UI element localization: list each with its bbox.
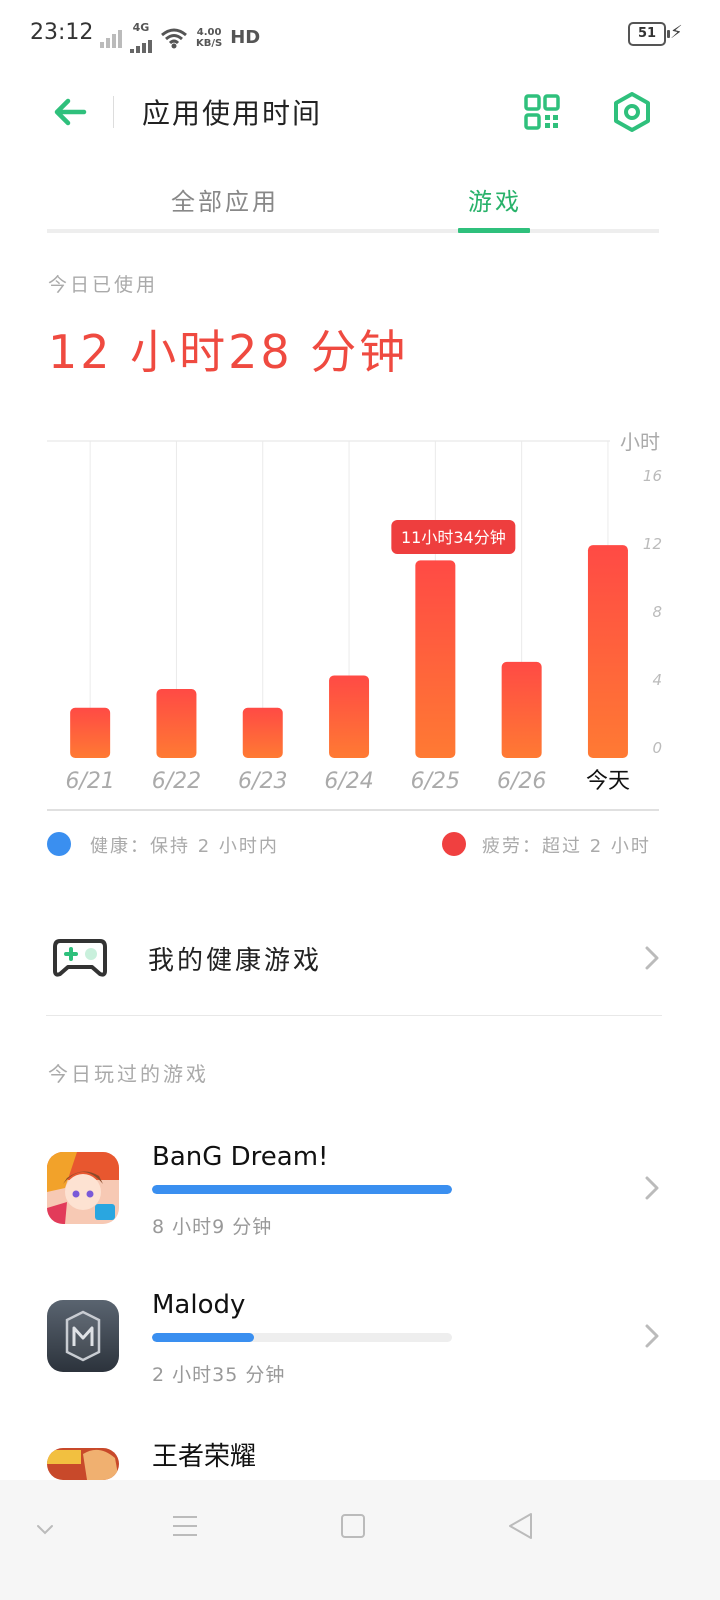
- game-name: Malody: [152, 1290, 246, 1320]
- game-name: 王者荣耀: [152, 1442, 257, 1472]
- status-time: 23:12: [30, 20, 94, 45]
- chart-bar: [501, 661, 542, 758]
- healthy-games-label: 我的健康游戏: [148, 946, 323, 976]
- tab-games[interactable]: 游戏: [420, 182, 570, 222]
- qr-code-icon[interactable]: [524, 94, 560, 130]
- chart-bar: [242, 707, 283, 758]
- hd-indicator: HD: [230, 27, 261, 48]
- usage-progress-track: [152, 1333, 452, 1342]
- today-used-value: 12 小时28 分钟: [48, 325, 409, 379]
- network-speed: 4.00 KB/S: [196, 26, 223, 49]
- game-usage-time: 8 小时9 分钟: [152, 1216, 273, 1238]
- y-axis-label: 小时: [620, 430, 660, 454]
- tab-active-indicator: [458, 228, 530, 233]
- signal-icon-sim1: [100, 28, 122, 48]
- chevron-down-icon[interactable]: [34, 1518, 56, 1540]
- x-tick-label: 6/22: [152, 769, 201, 794]
- charging-icon: ⚡: [670, 22, 683, 43]
- x-tick-label: 6/21: [65, 769, 114, 794]
- header-divider: [113, 96, 114, 128]
- wifi-icon: [161, 28, 187, 48]
- y-tick-label: 8: [652, 603, 662, 621]
- row-divider: [46, 1015, 662, 1016]
- chart-bar: [70, 707, 111, 758]
- battery-icon: 51: [628, 22, 670, 46]
- chart-bar: [329, 675, 370, 758]
- chart-bar: [415, 560, 456, 758]
- system-navigation-bar: [0, 1480, 720, 1600]
- settings-gear-icon[interactable]: [612, 92, 652, 132]
- legend-healthy-label: 健康：保持 2 小时内: [90, 836, 279, 857]
- gamepad-icon: [53, 939, 107, 977]
- status-icons: 4G 4.00 KB/S HD: [100, 22, 260, 53]
- game-usage-time: 2 小时35 分钟: [152, 1364, 286, 1386]
- usage-progress-fill: [152, 1333, 254, 1342]
- usage-progress-track: [152, 1185, 452, 1194]
- chart-tooltip-text: 11小时34分钟: [401, 528, 506, 547]
- y-tick-label: 16: [643, 467, 662, 485]
- y-tick-label: 0: [652, 739, 662, 757]
- honor-of-kings-app-icon: [47, 1448, 119, 1480]
- x-tick-label: 6/24: [324, 769, 373, 794]
- page-title: 应用使用时间: [142, 97, 323, 130]
- home-icon[interactable]: [341, 1513, 365, 1539]
- x-tick-label: 6/26: [497, 769, 546, 794]
- menu-icon[interactable]: [172, 1513, 198, 1539]
- chart-bar: [587, 545, 628, 758]
- network-type: 4G: [132, 21, 150, 34]
- signal-icon-sim2: [130, 33, 152, 53]
- y-tick-label: 12: [643, 535, 662, 553]
- back-arrow-icon[interactable]: [50, 92, 90, 132]
- y-tick-label: 4: [652, 671, 662, 689]
- malody-app-icon: [47, 1300, 119, 1372]
- played-today-label: 今日玩过的游戏: [48, 1062, 209, 1086]
- today-used-label: 今日已使用: [48, 274, 159, 296]
- healthy-games-row[interactable]: [0, 905, 720, 1015]
- game-name: BanG Dream!: [152, 1142, 329, 1172]
- legend-fatigue-label: 疲劳：超过 2 小时: [482, 836, 651, 857]
- usage-progress-fill: [152, 1185, 452, 1194]
- chevron-right-icon: [645, 1176, 659, 1200]
- usage-bar-chart: 小时 0 4 8 12 16 6/21 6/22 6/23 6/24 6/25 6/26 今天 11小时3…: [47, 430, 662, 811]
- bang-dream-app-icon: [47, 1152, 119, 1224]
- legend-fatigue-dot: [442, 832, 466, 856]
- tabs-underline: [47, 229, 659, 233]
- back-triangle-icon[interactable]: [506, 1511, 534, 1541]
- x-tick-label: 今天: [586, 769, 630, 794]
- x-tick-label: 6/25: [411, 769, 460, 794]
- legend-healthy-dot: [47, 832, 71, 856]
- chart-bar: [156, 689, 197, 758]
- chevron-right-icon: [645, 946, 659, 970]
- x-tick-label: 6/23: [238, 769, 287, 794]
- chevron-right-icon: [645, 1324, 659, 1348]
- tab-all-apps[interactable]: 全部应用: [130, 182, 320, 222]
